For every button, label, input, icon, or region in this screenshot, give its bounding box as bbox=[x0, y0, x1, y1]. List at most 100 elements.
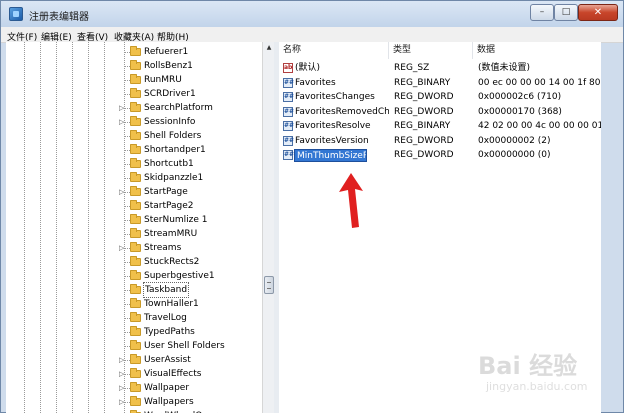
value-name: (默认) bbox=[295, 63, 321, 73]
column-header-name[interactable]: 名称 bbox=[279, 42, 389, 59]
folder-icon bbox=[130, 158, 141, 168]
watermark-logo: Bai 经验 bbox=[478, 352, 578, 380]
folder-icon bbox=[130, 242, 141, 252]
close-button[interactable]: ✕ bbox=[578, 4, 618, 21]
menu-bar: 文件(F) 编辑(E) 查看(V) 收藏夹(A) 帮助(H) bbox=[1, 27, 623, 43]
value-data: 0x00000170 (368) bbox=[478, 106, 562, 117]
folder-icon bbox=[130, 284, 141, 294]
expand-arrow-icon[interactable]: ▷ bbox=[119, 241, 124, 255]
folder-icon bbox=[130, 298, 141, 308]
value-row[interactable]: ## Favorites REG_BINARY 00 ec 00 00 00 14 0… bbox=[279, 76, 601, 91]
folder-icon bbox=[130, 228, 141, 238]
rename-input[interactable]: MinThumbSizeP bbox=[294, 149, 367, 162]
folder-icon bbox=[130, 46, 141, 56]
regedit-icon bbox=[9, 7, 23, 21]
column-header-data[interactable]: 数据 bbox=[473, 42, 601, 59]
tree-item[interactable]: TravelLog bbox=[6, 311, 262, 325]
folder-icon bbox=[130, 396, 141, 406]
tree-item-label: Shortandper1 bbox=[144, 145, 206, 155]
tree-item[interactable]: Taskband bbox=[6, 282, 262, 298]
value-type: REG_DWORD bbox=[394, 135, 454, 146]
value-data: 0x000002c6 (710) bbox=[478, 92, 562, 102]
tree-item[interactable]: Superbgestive1 bbox=[6, 269, 262, 283]
binary-value-icon: ## bbox=[283, 135, 295, 146]
folder-icon bbox=[130, 88, 141, 98]
value-row[interactable]: ab (默认) REG_SZ (数值未设置) bbox=[279, 61, 601, 76]
tree-item-label: SCRDriver1 bbox=[144, 89, 196, 99]
folder-icon bbox=[130, 60, 141, 70]
tree-key-list: Refuerer1 RollsBenz1 RunMRU SCRDriver1 ▷ Sear… bbox=[6, 45, 262, 413]
value-row[interactable]: ## FavoritesChanges REG_DWORD 0x000002c6 (7… bbox=[279, 90, 601, 105]
tree-item[interactable]: StartPage2 bbox=[6, 199, 262, 213]
tree-item-label: Skidpanzzle1 bbox=[144, 173, 204, 183]
maximize-button[interactable]: □ bbox=[554, 4, 578, 21]
value-type: REG_DWORD bbox=[394, 92, 454, 102]
tree-item[interactable]: ▷ Streams bbox=[6, 241, 262, 255]
value-row[interactable]: ## FavoritesVersion REG_DWORD 0x00000002 (2… bbox=[279, 134, 601, 149]
folder-icon bbox=[130, 74, 141, 84]
tree-item[interactable]: ▷ SessionInfo bbox=[6, 115, 262, 129]
tree-item[interactable]: SCRDriver1 bbox=[6, 87, 262, 101]
value-row[interactable]: ## MinThumbSizeP REG_DWORD 0x00000000 (0) bbox=[279, 148, 601, 163]
tree-item-label: SearchPlatform bbox=[144, 103, 213, 113]
expand-arrow-icon[interactable]: ▷ bbox=[119, 353, 124, 367]
tree-item[interactable]: ▷ SearchPlatform bbox=[6, 101, 262, 115]
tree-item[interactable]: RunMRU bbox=[6, 73, 262, 87]
key-tree-pane[interactable]: Refuerer1 RollsBenz1 RunMRU SCRDriver1 ▷ Sear… bbox=[6, 42, 274, 413]
tree-item[interactable]: Skidpanzzle1 bbox=[6, 171, 262, 185]
title-bar[interactable]: 注册表编辑器 – □ ✕ bbox=[1, 1, 623, 27]
tree-item[interactable]: StuckRects2 bbox=[6, 255, 262, 269]
tree-item-label: TravelLog bbox=[144, 313, 187, 323]
tree-item[interactable]: TownHaller1 bbox=[6, 297, 262, 311]
tree-item[interactable]: StreamMRU bbox=[6, 227, 262, 241]
tree-item[interactable]: ▷ UserAssist bbox=[6, 353, 262, 367]
tree-scrollbar[interactable]: ▲ bbox=[262, 42, 274, 413]
folder-icon bbox=[130, 102, 141, 112]
value-data: 0x00000002 (2) bbox=[478, 135, 551, 146]
expand-arrow-icon[interactable]: ▷ bbox=[119, 395, 124, 409]
tree-item-label: VisualEffects bbox=[144, 369, 202, 379]
folder-icon bbox=[130, 382, 141, 392]
tree-item[interactable]: ▷ StartPage bbox=[6, 185, 262, 199]
tree-item[interactable]: ▷ Wallpapers bbox=[6, 395, 262, 409]
tree-item[interactable]: WordWheelQuery bbox=[6, 409, 262, 413]
tree-item[interactable]: ▷ VisualEffects bbox=[6, 367, 262, 381]
tree-item[interactable]: Shortcutb1 bbox=[6, 157, 262, 171]
value-name: FavoritesRemovedCh... bbox=[295, 106, 389, 117]
watermark-url: jingyan.baidu.com bbox=[486, 380, 588, 393]
tree-item-label: TypedPaths bbox=[144, 327, 195, 337]
tree-item-label: StreamMRU bbox=[144, 229, 198, 239]
folder-icon bbox=[130, 186, 141, 196]
tree-item[interactable]: Refuerer1 bbox=[6, 45, 262, 59]
column-header-type[interactable]: 类型 bbox=[389, 42, 473, 59]
value-row[interactable]: ## FavoritesRemovedCh... REG_DWORD 0x000001… bbox=[279, 105, 601, 120]
tree-item[interactable]: User Shell Folders bbox=[6, 339, 262, 353]
scroll-thumb[interactable] bbox=[264, 276, 274, 294]
value-type: REG_SZ bbox=[394, 63, 430, 73]
tree-item[interactable]: Shortandper1 bbox=[6, 143, 262, 157]
value-row[interactable]: ## FavoritesResolve REG_BINARY 42 02 00 00 … bbox=[279, 119, 601, 134]
string-value-icon: ab bbox=[283, 63, 293, 73]
tree-item[interactable]: SterNumlize 1 bbox=[6, 213, 262, 227]
tree-item[interactable]: RollsBenz1 bbox=[6, 59, 262, 73]
expand-arrow-icon[interactable]: ▷ bbox=[119, 367, 124, 381]
minimize-button[interactable]: – bbox=[530, 4, 554, 21]
tree-item[interactable]: TypedPaths bbox=[6, 325, 262, 339]
tree-item[interactable]: ▷ Wallpaper bbox=[6, 381, 262, 395]
value-type: REG_DWORD bbox=[394, 150, 454, 160]
expand-arrow-icon[interactable]: ▷ bbox=[119, 101, 124, 115]
tree-item-label: TownHaller1 bbox=[144, 299, 199, 309]
value-data: 00 ec 00 00 00 14 00 1f 80 c8 bbox=[478, 77, 601, 88]
folder-icon bbox=[130, 214, 141, 224]
folder-icon bbox=[130, 116, 141, 126]
folder-icon bbox=[130, 144, 141, 154]
binary-value-icon: ## bbox=[283, 106, 295, 117]
binary-value-icon: ## bbox=[283, 150, 295, 160]
expand-arrow-icon[interactable]: ▷ bbox=[119, 185, 124, 199]
tree-item[interactable]: Shell Folders bbox=[6, 129, 262, 143]
expand-arrow-icon[interactable]: ▷ bbox=[119, 115, 124, 129]
expand-arrow-icon[interactable]: ▷ bbox=[119, 381, 124, 395]
value-name: Favorites bbox=[295, 77, 336, 88]
tree-item-label: RollsBenz1 bbox=[144, 61, 193, 71]
tree-item-label: WordWheelQuery bbox=[144, 409, 223, 413]
